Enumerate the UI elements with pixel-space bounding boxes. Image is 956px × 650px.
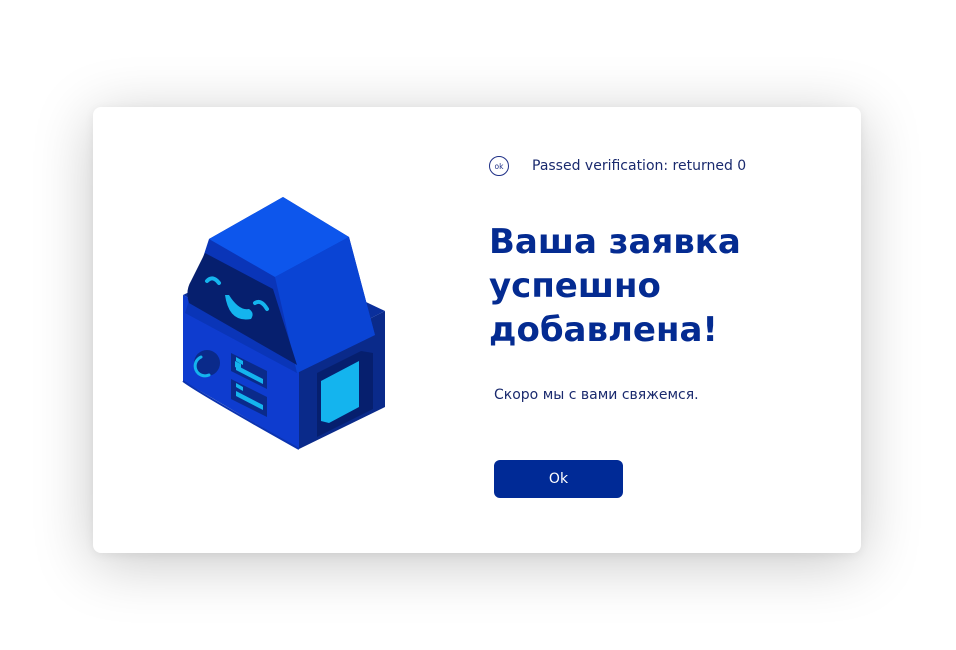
page-backdrop: ok Passed verification: returned 0 Ваша …	[0, 0, 956, 650]
robot-server-illustration	[179, 195, 389, 457]
dialog-title: Ваша заявка успешно добавлена!	[489, 222, 741, 350]
ok-badge-icon: ok	[489, 156, 509, 176]
dialog-subtitle: Скоро мы с вами свяжемся.	[494, 387, 699, 403]
ok-button[interactable]: Ok	[494, 460, 623, 498]
robot-server-icon	[182, 197, 385, 450]
verification-status-text: Passed verification: returned 0	[532, 158, 747, 174]
verification-status: ok Passed verification: returned 0	[489, 155, 746, 177]
success-dialog: ok Passed verification: returned 0 Ваша …	[93, 107, 861, 553]
